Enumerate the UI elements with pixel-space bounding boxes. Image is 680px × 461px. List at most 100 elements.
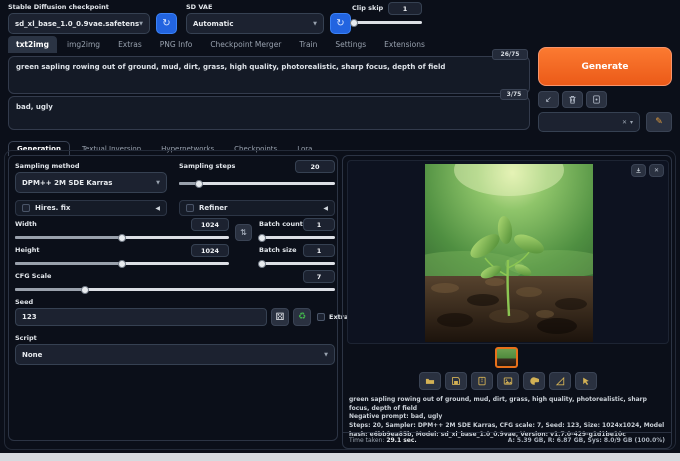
slider-handle[interactable] [350,19,359,27]
checkpoint-value: sd_xl_base_1.0_0.9vae.safetensors [e6bb9… [15,19,140,28]
clip-skip-slider[interactable] [350,19,422,27]
slider-handle[interactable] [118,234,126,242]
sampling-method-label: Sampling method [15,162,80,170]
reuse-seed-button[interactable]: ♻ [293,308,311,326]
open-output-folder-button[interactable] [419,372,441,390]
styles-dropdown[interactable]: ✕ ▾ [538,112,640,132]
slider-handle[interactable] [258,234,267,242]
seed-input[interactable]: 123 [15,308,267,326]
sampling-steps-slider[interactable] [179,180,335,188]
slider-handle[interactable] [258,260,267,268]
hires-fix-label: Hires. fix [35,204,71,212]
batch-size-slider[interactable] [258,260,335,268]
width-value[interactable]: 1024 [191,218,229,231]
batch-size-value[interactable]: 1 [303,244,335,257]
main-tabs: txt2img img2img Extras PNG Info Checkpoi… [8,36,433,53]
slider-handle[interactable] [81,286,90,294]
hires-fix-checkbox[interactable] [22,204,30,212]
time-taken-value: 29.1 sec. [386,437,417,444]
hires-fix-accordion[interactable]: Hires. fix ◀ [15,200,167,216]
vae-dropdown[interactable]: Automatic ▼ [186,13,324,34]
gallery-thumbnail[interactable] [495,347,518,368]
slider-handle[interactable] [195,180,204,188]
send-to-img2img-button[interactable] [497,372,519,390]
memory-info: A: 5.39 GB, R: 6.87 GB, Sys: 8.0/9 GB (1… [507,437,665,444]
sampling-method-value: DPM++ 2M SDE Karras [22,178,113,187]
swap-icon: ⇅ [240,228,247,237]
extra-seed-checkbox[interactable] [317,313,325,321]
recycle-icon: ♻ [297,312,307,322]
tab-checkpoint-merger[interactable]: Checkpoint Merger [202,36,289,53]
accordion-arrow-icon[interactable]: ◀ [155,205,160,212]
checkpoint-label: Stable Diffusion checkpoint [8,3,109,11]
image-action-buttons [343,372,673,390]
vae-refresh-button[interactable]: ↻ [330,13,351,34]
sampling-steps-label: Sampling steps [179,162,236,170]
download-image-button[interactable] [631,164,646,177]
send-to-inpaint-button[interactable] [523,372,545,390]
refiner-label: Refiner [199,204,228,212]
script-value: None [22,350,43,359]
slider-handle[interactable] [118,260,126,268]
height-value[interactable]: 1024 [191,244,229,257]
generated-image[interactable] [425,164,593,342]
tab-extras[interactable]: Extras [110,36,150,53]
width-label: Width [15,220,37,228]
page-bottom-strip [0,453,680,461]
cfg-scale-slider[interactable] [15,286,335,294]
pencil-icon: ✎ [655,117,663,127]
save-image-button[interactable] [445,372,467,390]
tab-txt2img[interactable]: txt2img [8,36,57,53]
checkpoint-refresh-button[interactable]: ↻ [156,13,177,34]
output-footer-divider [343,432,671,433]
save-zip-button[interactable] [471,372,493,390]
cfg-scale-value[interactable]: 7 [303,270,335,283]
close-gallery-button[interactable]: ✕ [649,164,664,177]
sampling-steps-value[interactable]: 20 [295,160,335,173]
sampling-method-dropdown[interactable]: DPM++ 2M SDE Karras ▼ [15,172,167,193]
random-seed-button[interactable]: ⚄ [271,308,289,326]
batch-size-label: Batch size [259,246,297,254]
accordion-arrow-icon[interactable]: ◀ [323,205,328,212]
generate-button[interactable]: Generate [538,47,672,86]
prompt-textarea[interactable]: green sapling rowing out of ground, mud,… [8,56,530,94]
script-label: Script [15,334,37,342]
tab-extensions[interactable]: Extensions [376,36,433,53]
tab-png-info[interactable]: PNG Info [152,36,201,53]
clear-styles-icon[interactable]: ✕ [622,119,627,126]
refiner-accordion[interactable]: Refiner ◀ [179,200,335,216]
height-slider[interactable] [15,260,229,268]
negative-prompt-text: bad, ugly [16,103,53,111]
generation-settings-panel: Sampling method DPM++ 2M SDE Karras ▼ Sa… [8,155,348,441]
arrow-down-left-icon: ↙ [545,95,552,104]
vae-value: Automatic [193,19,234,28]
refiner-checkbox[interactable] [186,204,194,212]
batch-count-slider[interactable] [258,234,335,242]
width-slider[interactable] [15,234,229,242]
vae-label: SD VAE [186,3,213,11]
negative-prompt-textarea[interactable]: bad, ugly [8,96,530,130]
time-taken: Time taken: 29.1 sec. [349,437,417,444]
batch-count-value[interactable]: 1 [303,218,335,231]
tab-settings[interactable]: Settings [327,36,374,53]
save-icon [452,377,460,385]
clear-prompt-button[interactable] [562,91,583,108]
extra-networks-button[interactable] [586,91,607,108]
output-panel: ✕ green sapling rowing out of ground, mu… [342,155,672,449]
upscale-button[interactable] [575,372,597,390]
time-taken-label: Time taken: [349,437,385,444]
result-gallery: ✕ [347,160,669,344]
slider-fill [15,288,86,291]
slider-fill [15,236,122,239]
checkpoint-dropdown[interactable]: sd_xl_base_1.0_0.9vae.safetensors [e6bb9… [8,13,150,34]
negative-token-counter: 3/75 [500,89,528,100]
script-dropdown[interactable]: None ▼ [15,344,335,365]
slider-track [352,21,422,24]
read-generation-params-button[interactable]: ↙ [538,91,559,108]
tab-train[interactable]: Train [291,36,325,53]
tab-img2img[interactable]: img2img [59,36,108,53]
edit-styles-button[interactable]: ✎ [646,112,672,132]
clip-skip-value[interactable]: 1 [388,2,422,15]
swap-width-height-button[interactable]: ⇅ [235,224,252,241]
send-to-extras-button[interactable] [549,372,571,390]
